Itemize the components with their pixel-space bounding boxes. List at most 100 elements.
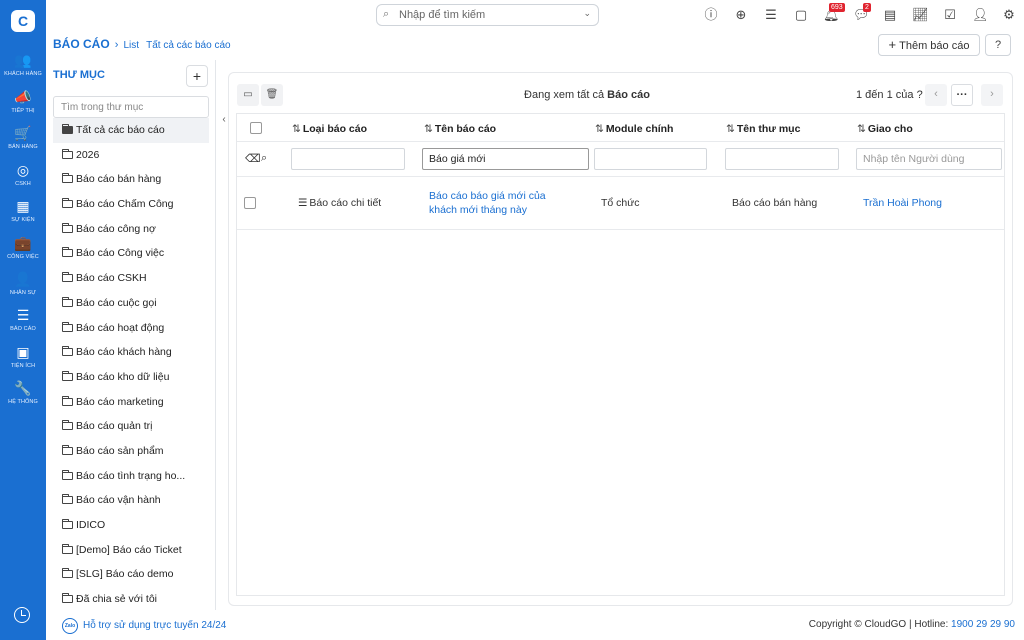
more-button[interactable]: ··· (951, 84, 973, 106)
nav-item-events[interactable]: ▦ SỰ KIỆN (0, 198, 46, 224)
row-assignee-link[interactable]: Trần Hoài Phong (863, 197, 942, 209)
sort-icon: ⇅ (595, 123, 604, 135)
folder-item-label: Báo cáo tình trạng ho... (76, 469, 186, 482)
notifications-badge: 693 (829, 3, 845, 12)
chat-icon[interactable]: 💬︎ 2 (853, 3, 871, 23)
folder-item[interactable]: Báo cáo khách hàng (53, 340, 209, 365)
person-icon: 👤 (14, 271, 32, 287)
folder-item[interactable]: [SLG] Báo cáo demo (53, 562, 209, 587)
folder-item[interactable]: Báo cáo hoạt động (53, 316, 209, 341)
folder-icon (62, 173, 73, 184)
folder-item[interactable]: Báo cáo cuộc gọi (53, 291, 209, 316)
column-report-type[interactable]: ⇅ Loại báo cáo (292, 123, 367, 135)
nav-item-sales[interactable]: 🛒 BÁN HÀNG (0, 125, 46, 151)
folder-icon (62, 346, 73, 357)
support-link[interactable]: Hỗ trợ sử dụng trực tuyến 24/24 (83, 620, 226, 631)
clock-icon[interactable] (14, 607, 30, 623)
folder-item[interactable]: Tất cả các báo cáo (53, 118, 209, 143)
folder-item-label: Báo cáo vận hành (76, 494, 161, 507)
folder-item[interactable]: Báo cáo quản trị (53, 414, 209, 439)
nav-item-marketing[interactable]: 📣 TIẾP THỊ (0, 89, 46, 115)
prev-page-button[interactable]: ‹ (925, 84, 947, 106)
checkbox-icon[interactable]: ☑ (942, 7, 958, 23)
folder-item-label: [Demo] Báo cáo Ticket (76, 543, 182, 556)
chevron-down-icon[interactable]: ⌄ (583, 8, 591, 19)
zalo-icon[interactable]: Zalo (62, 618, 78, 634)
nav-item-reports[interactable]: ☰ BÁO CÁO (0, 307, 46, 333)
folder-item[interactable]: Báo cáo kho dữ liệu (53, 365, 209, 390)
folder-icon (62, 420, 73, 431)
breadcrumb-view[interactable]: List (123, 40, 139, 51)
select-all-checkbox[interactable] (250, 122, 262, 134)
note-icon[interactable]: ▢ (793, 7, 809, 23)
row-report-name-link[interactable]: Báo cáo báo giá mới của khách mới tháng … (429, 189, 564, 217)
global-search[interactable]: ⌕ ⌄ (376, 4, 599, 26)
folder-item[interactable]: Báo cáo vận hành (53, 488, 209, 513)
chart-icon[interactable]: 📈︎ (912, 7, 929, 23)
folder-item[interactable]: Báo cáo tình trạng ho... (53, 464, 209, 489)
filter-search-icon[interactable]: ⌕ (261, 152, 267, 165)
add-circle-icon[interactable]: ⊕ (733, 7, 749, 23)
folder-item[interactable]: 2026 (53, 143, 209, 168)
folder-search-input[interactable] (53, 96, 209, 118)
column-module[interactable]: ⇅ Module chính (595, 123, 673, 135)
folder-item[interactable]: IDICO (53, 513, 209, 538)
hotline-link[interactable]: 1900 29 29 90 (951, 619, 1015, 630)
eraser-icon[interactable]: ⌫ (245, 152, 261, 165)
bell-icon[interactable]: 🔔︎ 693 (823, 3, 845, 23)
folder-icon (62, 568, 73, 579)
info-icon[interactable]: ⓘ (703, 7, 719, 23)
chevron-left-icon: ‹ (934, 88, 938, 100)
folder-item[interactable]: [Demo] Báo cáo Ticket (53, 538, 209, 563)
folder-item-label: Đã chia sẻ với tôi (76, 593, 158, 606)
folder-item[interactable]: Báo cáo công nợ (53, 217, 209, 242)
folder-item[interactable]: Đã chia sẻ với tôi (53, 587, 209, 612)
row-checkbox[interactable] (244, 197, 256, 209)
folder-item[interactable]: Báo cáo bán hàng (53, 167, 209, 192)
folder-icon (62, 370, 73, 381)
search-input[interactable] (399, 7, 569, 23)
nav-item-system[interactable]: 🔧 HỆ THỐNG (0, 380, 46, 406)
calendar-top-icon[interactable]: ▤ (882, 7, 898, 23)
cart-icon: 🛒 (14, 125, 32, 141)
nav-item-tasks[interactable]: 💼 CÔNG VIỆC (0, 235, 46, 261)
folder-item[interactable]: Báo cáo Chấm Công (53, 192, 209, 217)
nav-item-hr[interactable]: 👤 NHÂN SỰ (0, 271, 46, 297)
report-table (236, 113, 1005, 596)
nav-item-utilities[interactable]: ▣ TIỆN ÍCH (0, 344, 46, 370)
next-page-button[interactable]: › (981, 84, 1003, 106)
folder-item[interactable]: Báo cáo sản phẩm (53, 439, 209, 464)
filter-assignee[interactable] (856, 148, 1002, 170)
folder-item[interactable]: Báo cáo CSKH (53, 266, 209, 291)
trash-icon: 🗑︎ (265, 89, 279, 100)
folder-item-label: Báo cáo quản trị (76, 420, 153, 433)
list-icon[interactable]: ☰ (763, 7, 779, 23)
filter-divider (237, 176, 1004, 177)
nav-item-customers[interactable]: 👥 KHÁCH HÀNG (0, 52, 46, 78)
customers-icon: 👥 (14, 52, 32, 68)
folder-icon (62, 247, 73, 258)
column-folder-name[interactable]: ⇅ Tên thư mục (726, 123, 800, 135)
nav-item-cskh[interactable]: ◎ CSKH (0, 162, 46, 188)
add-folder-button[interactable]: + (186, 65, 208, 87)
row-module: Tổ chức (601, 197, 640, 209)
filter-module[interactable] (594, 148, 707, 170)
delete-button[interactable]: 🗑︎ (261, 84, 283, 106)
column-assignee[interactable]: ⇅ Giao cho (857, 123, 913, 135)
filter-report-name[interactable] (422, 148, 589, 170)
help-button[interactable]: ? (985, 34, 1011, 56)
folder-item[interactable]: Báo cáo marketing (53, 390, 209, 415)
filter-report-type[interactable] (291, 148, 405, 170)
gear-icon[interactable]: ⚙ (1001, 7, 1017, 23)
folder-item-label: Báo cáo CSKH (76, 272, 147, 285)
column-report-name[interactable]: ⇅ Tên báo cáo (424, 123, 496, 135)
move-folder-button[interactable]: ▭ (237, 84, 259, 106)
module-title[interactable]: BÁO CÁO (53, 37, 110, 51)
pager-help-icon[interactable]: ? (917, 89, 923, 101)
user-icon[interactable]: 👤︎ (972, 7, 989, 23)
filter-folder[interactable] (725, 148, 839, 170)
folder-item[interactable]: Báo cáo Công việc (53, 241, 209, 266)
add-report-button[interactable]: + Thêm báo cáo (878, 34, 980, 56)
support-icon: ◎ (16, 162, 30, 178)
cloudgo-logo[interactable]: C (11, 10, 35, 32)
